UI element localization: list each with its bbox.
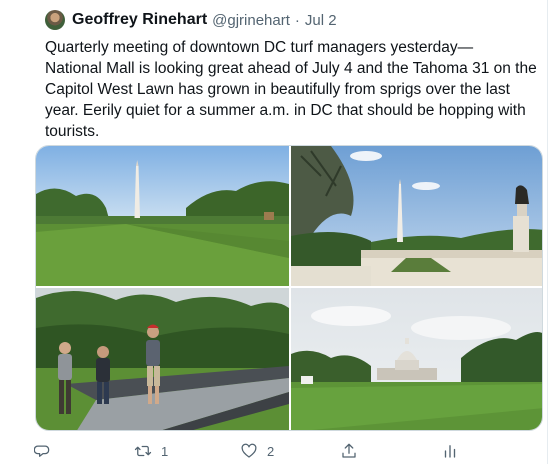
photo-monument-from-capitol[interactable] <box>291 146 542 286</box>
photo-capitol-west-lawn[interactable] <box>291 288 542 430</box>
retweet-icon <box>134 445 152 457</box>
photo-washington-monument-lawn[interactable] <box>36 146 289 286</box>
tweet-card[interactable]: Geoffrey Rinehart @gjrinehart · Jul 2 Qu… <box>0 0 548 464</box>
reply-button[interactable] <box>34 440 61 462</box>
reply-icon <box>34 445 50 457</box>
retweet-count: 1 <box>161 443 169 459</box>
like-count: 2 <box>267 443 275 459</box>
author-name[interactable]: Geoffrey Rinehart <box>72 11 207 29</box>
author-avatar[interactable] <box>45 10 65 30</box>
heart-icon <box>241 443 257 458</box>
tweet-actions: 1 2 <box>34 440 514 462</box>
tweet-header: Geoffrey Rinehart @gjrinehart · Jul 2 <box>45 9 337 31</box>
author-handle[interactable]: @gjrinehart <box>212 12 290 29</box>
tweet-date[interactable]: Jul 2 <box>305 12 337 29</box>
retweet-button[interactable]: 1 <box>134 440 168 462</box>
share-button[interactable] <box>340 440 358 462</box>
photo-turf-managers[interactable] <box>36 288 289 430</box>
share-icon <box>342 443 356 458</box>
analytics-button[interactable] <box>441 440 459 462</box>
header-separator: · <box>294 11 300 29</box>
analytics-icon <box>444 445 456 458</box>
like-button[interactable]: 2 <box>240 440 274 462</box>
tweet-text: Quarterly meeting of downtown DC turf ma… <box>45 39 537 140</box>
media-grid <box>35 145 543 431</box>
